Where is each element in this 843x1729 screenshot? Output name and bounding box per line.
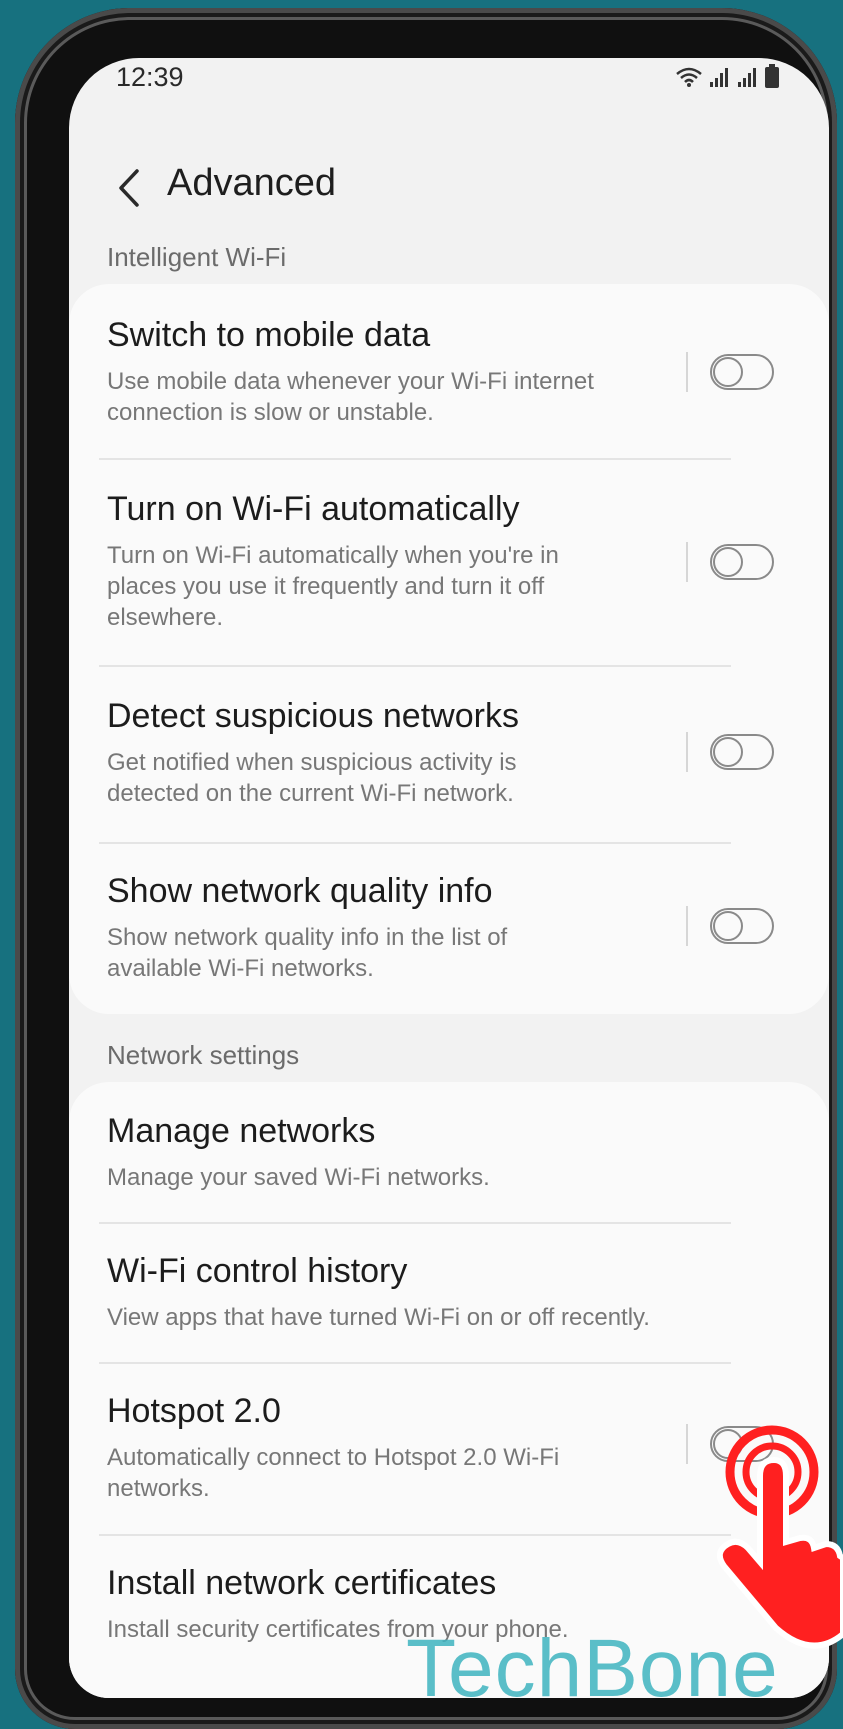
tap-hand-icon	[716, 1425, 843, 1649]
signal-icon	[710, 68, 728, 87]
status-time: 12:39	[116, 62, 184, 92]
setting-title: Show network quality info	[107, 872, 493, 910]
toggle-separator	[686, 542, 688, 582]
show-network-quality-info-toggle[interactable]	[710, 908, 774, 944]
switch-to-mobile-data-toggle[interactable]	[710, 354, 774, 390]
page-title: Advanced	[167, 162, 337, 204]
setting-turn-on-wifi-automatically[interactable]: Turn on Wi-Fi automatically Turn on Wi-F…	[69, 460, 829, 665]
section-title-intelligent-wifi: Intelligent Wi-Fi	[107, 242, 287, 272]
status-bar: 12:39	[69, 58, 829, 114]
toggle-separator	[686, 732, 688, 772]
battery-icon	[765, 64, 779, 88]
toggle-knob	[713, 737, 743, 767]
toggle-separator	[686, 906, 688, 946]
setting-detect-suspicious-networks[interactable]: Detect suspicious networks Get notified …	[69, 667, 829, 842]
setting-title: Hotspot 2.0	[107, 1392, 281, 1430]
card-intelligent-wifi: Switch to mobile data Use mobile data wh…	[69, 284, 829, 1014]
chevron-left-icon	[119, 169, 139, 207]
toggle-knob	[713, 357, 743, 387]
setting-description: View apps that have turned Wi-Fi on or o…	[107, 1304, 650, 1331]
setting-description: Get notified when suspicious activity is…	[107, 749, 517, 807]
toggle-separator	[686, 352, 688, 392]
toggle-knob	[713, 547, 743, 577]
setting-manage-networks[interactable]: Manage networks Manage your saved Wi-Fi …	[69, 1082, 829, 1222]
status-icons	[675, 64, 779, 88]
setting-hotspot-2[interactable]: Hotspot 2.0 Automatically connect to Hot…	[69, 1364, 829, 1534]
phone-frame: 12:39 Advanced Intelligent Wi-Fi Switch …	[15, 8, 837, 1729]
turn-on-wifi-automatically-toggle[interactable]	[710, 544, 774, 580]
setting-switch-to-mobile-data[interactable]: Switch to mobile data Use mobile data wh…	[69, 284, 829, 458]
screen: 12:39 Advanced Intelligent Wi-Fi Switch …	[69, 58, 829, 1698]
back-button[interactable]	[99, 158, 159, 218]
app-bar: Advanced	[69, 148, 829, 228]
setting-description: Manage your saved Wi-Fi networks.	[107, 1164, 490, 1191]
signal-icon	[738, 68, 756, 87]
setting-title: Detect suspicious networks	[107, 697, 519, 735]
section-title-network-settings: Network settings	[107, 1040, 300, 1070]
setting-show-network-quality-info[interactable]: Show network quality info Show network q…	[69, 844, 829, 1014]
setting-description: Show network quality info in the list of…	[107, 924, 508, 982]
setting-wifi-control-history[interactable]: Wi-Fi control history View apps that hav…	[69, 1224, 829, 1362]
setting-title: Switch to mobile data	[107, 316, 431, 354]
setting-title: Turn on Wi-Fi automatically	[107, 490, 520, 528]
setting-description: Use mobile data whenever your Wi-Fi inte…	[107, 368, 594, 426]
wifi-icon	[676, 67, 702, 87]
detect-suspicious-networks-toggle[interactable]	[710, 734, 774, 770]
setting-title: Manage networks	[107, 1112, 376, 1150]
setting-description: Automatically connect to Hotspot 2.0 Wi-…	[107, 1444, 560, 1502]
setting-description: Turn on Wi-Fi automatically when you're …	[107, 542, 559, 631]
toggle-knob	[713, 911, 743, 941]
setting-title: Install network certificates	[107, 1564, 497, 1602]
card-network-settings: Manage networks Manage your saved Wi-Fi …	[69, 1082, 829, 1698]
toggle-separator	[686, 1424, 688, 1464]
setting-title: Wi-Fi control history	[107, 1252, 408, 1290]
